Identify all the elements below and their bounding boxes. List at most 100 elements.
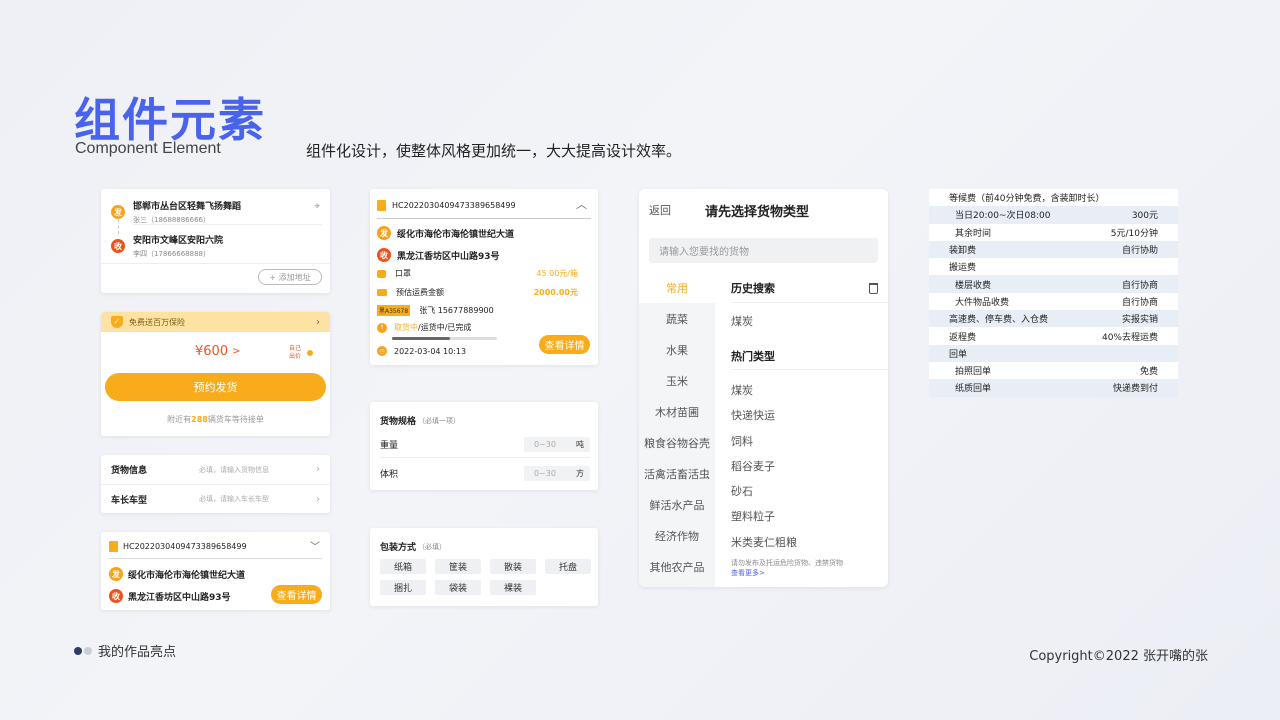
waybill-card-small[interactable]: HC2022030409473389658499 ﹀ 发 绥化市海伦市海伦镇世纪… [101, 532, 330, 610]
fee-row: 等候费（前40分钟免费，含装卸时长） [929, 189, 1178, 206]
hot-item[interactable]: 砂石 [731, 479, 797, 504]
weight-input[interactable]: 0~30 吨 [524, 437, 590, 452]
nearby-trucks: 附近有 288 辆货车等待接单 [101, 414, 330, 425]
chevron-down-icon[interactable]: ﹀ [310, 538, 320, 553]
category-item[interactable]: 木材苗圃 [639, 396, 715, 427]
waybill-number: HC2022030409473389658499 [392, 201, 516, 210]
trash-icon[interactable] [869, 282, 878, 294]
package-tag[interactable]: 袋装 [435, 580, 481, 595]
fee-value: 40%去程运费 [1101, 332, 1158, 343]
page-subtitle: 组件化设计，使整体风格更加统一，大大提高设计效率。 [306, 142, 682, 160]
category-item[interactable]: 活禽活畜活虫 [639, 458, 715, 489]
package-tag[interactable]: 托盘 [545, 559, 591, 574]
plate-number: 黑A35678 [377, 305, 411, 316]
category-item[interactable]: 其他农产品 [639, 551, 715, 582]
page-title-en: Component Element [75, 140, 221, 157]
package-tag[interactable]: 筐装 [435, 559, 481, 574]
package-tag[interactable]: 捆扎 [380, 580, 426, 595]
fee-label: 拍照回单 [955, 367, 992, 378]
category-content: 历史搜索 煤炭 热门类型 煤炭 快递快运 饲料 稻谷麦子 砂石 塑料粒子 米类麦… [715, 272, 888, 587]
to-badge: 收 [377, 248, 391, 262]
weight-unit: 吨 [576, 440, 584, 449]
vehicle-type-row[interactable]: 车长车型 必填，请输入车长车型 › [101, 485, 330, 513]
waybill-number: HC2022030409473389658499 [123, 542, 247, 551]
picker-title: 请先选择货物类型 [705, 204, 810, 220]
fee-label: 回单 [949, 349, 968, 360]
address-card: 发 邯郸市丛台区轻舞飞扬舞蹈 张三（18688886666） ⌖ 收 安阳市文峰… [101, 189, 330, 293]
hot-item[interactable]: 煤炭 [731, 378, 797, 403]
fee-value: 自行协助 [1121, 246, 1158, 257]
locate-icon[interactable]: ⌖ [314, 201, 320, 212]
hot-item[interactable]: 米类麦仁粗粮 [731, 530, 797, 555]
package-tag[interactable]: 散装 [490, 559, 536, 574]
copyright: Copyright©2022 张开嘴的张 [1029, 649, 1208, 664]
vehicle-type-placeholder: 必填，请输入车长车型 [199, 495, 269, 503]
fee-label: 等候费（前40分钟免费，含装卸时长） [949, 194, 1105, 205]
hot-item[interactable]: 饲料 [731, 429, 797, 454]
fee-row: 装卸费 自行协助 [929, 240, 1178, 259]
fee-row: 大件物品收费 自行协商 [929, 293, 1178, 310]
fee-label: 高速费、停车费、入仓费 [949, 315, 1049, 326]
fee-label: 当日20:00~次日08:00 [955, 211, 1051, 222]
fee-row: 其余时间 5元/10分钟 [929, 224, 1178, 241]
view-detail-button[interactable]: 查看详情 [539, 335, 590, 354]
waybill-card-large[interactable]: HC2022030409473389658499 ︿ 发 绥化市海伦市海伦镇世纪… [370, 189, 598, 365]
fee-row: 搬运费 [929, 258, 1178, 275]
fee-label: 装卸费 [949, 246, 977, 257]
category-item[interactable]: 经济作物 [639, 520, 715, 551]
category-item[interactable]: 粮食谷物谷壳 [639, 427, 715, 458]
fee-label: 其余时间 [955, 228, 992, 239]
hot-title: 热门类型 [731, 350, 775, 363]
fee-label: 楼层收费 [955, 280, 992, 291]
weight-label: 重量 [380, 441, 399, 451]
status-active: 取货中 [394, 323, 418, 332]
hot-item[interactable]: 稻谷麦子 [731, 454, 797, 479]
category-item[interactable]: 玉米 [639, 365, 715, 396]
package-tag[interactable]: 纸箱 [380, 559, 426, 574]
fee-table: 等候费（前40分钟免费，含装卸时长） 当日20:00~次日08:00 300元 其余时… [929, 189, 1178, 397]
volume-input[interactable]: 0~30 方 [524, 466, 590, 481]
more-link[interactable]: 查看更多> [731, 568, 765, 578]
package-tag[interactable]: 裸装 [490, 580, 536, 595]
chevron-right-icon: › [316, 493, 320, 505]
status-icon: ! [377, 322, 387, 333]
chevron-up-icon[interactable]: ︿ [576, 196, 587, 212]
category-item[interactable]: 水果 [639, 334, 715, 365]
category-item[interactable]: 蔬菜 [639, 303, 715, 334]
package-title: 包装方式 [380, 543, 417, 553]
fee-row: 纸质回单 快递费到付 [929, 379, 1178, 397]
hot-item[interactable]: 快递快运 [731, 403, 797, 428]
from-address: 绥化市海伦市海伦镇世纪大道 [397, 229, 515, 240]
book-shipment-button[interactable]: 预约发货 [105, 373, 326, 401]
hot-item[interactable]: 塑料粒子 [731, 504, 797, 529]
driver-info: 张飞 15677889900 [419, 306, 494, 315]
view-detail-button[interactable]: 查看详情 [271, 585, 322, 604]
add-address-button[interactable]: + 添加地址 [258, 269, 322, 285]
back-button[interactable]: 返回 [649, 202, 705, 218]
search-input[interactable]: 请输入您要找的货物 [649, 238, 878, 263]
cargo-info-row[interactable]: 货物信息 必填，请输入货物信息 › [101, 455, 330, 484]
box-icon [377, 269, 386, 278]
category-sidebar: 常用 蔬菜 水果 玉米 木材苗圃 粮食谷物谷壳 活禽活畜活虫 鲜活水产品 经济作… [639, 272, 715, 587]
fee-value: 5元/10分钟 [1110, 228, 1158, 239]
self-price-toggle[interactable]: 自己出价 [289, 345, 313, 361]
cargo-info-label: 货物信息 [111, 466, 148, 476]
category-item[interactable]: 鲜活水产品 [639, 489, 715, 520]
fee-value: 自行协商 [1121, 297, 1158, 308]
insurance-banner[interactable]: ✓ 免费送百万保险 › [101, 312, 330, 332]
fee-table-body: 等候费（前40分钟免费，含装卸时长） 当日20:00~次日08:00 300元 其余时… [929, 189, 1178, 397]
from-badge: 发 [377, 226, 391, 240]
price-display[interactable]: ¥600 > [195, 344, 240, 359]
footer-highlight: 我的作品亮点 [74, 641, 176, 660]
fee-row: 回单 [929, 344, 1178, 362]
truck-icon [377, 289, 387, 296]
footer-label: 我的作品亮点 [98, 645, 177, 660]
from-address: 邯郸市丛台区轻舞飞扬舞蹈 [133, 202, 242, 212]
fee-row: 当日20:00~次日08:00 300元 [929, 206, 1178, 224]
fee-value: 免费 [1139, 367, 1158, 378]
history-item[interactable]: 煤炭 [731, 313, 753, 329]
divider [380, 457, 590, 458]
category-item[interactable]: 常用 [639, 272, 715, 303]
to-address: 安阳市文峰区安阳六院 [133, 236, 224, 246]
from-badge: 发 [109, 567, 123, 581]
